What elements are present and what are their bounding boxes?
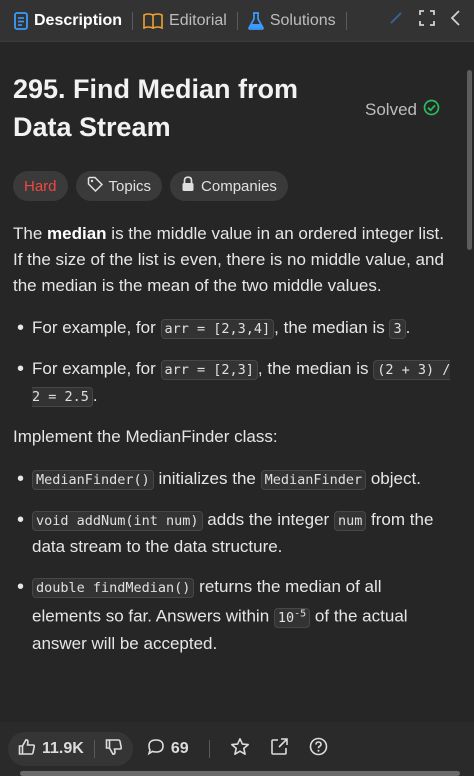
tab-solutions-label: Solutions xyxy=(269,11,336,29)
tab-bar-actions xyxy=(388,9,474,32)
star-icon[interactable] xyxy=(230,737,250,762)
share-icon[interactable] xyxy=(270,737,289,761)
example-list: For example, for arr = [2,3,4], the medi… xyxy=(17,315,452,410)
list-item: For example, for arr = [2,3], the median… xyxy=(17,356,452,410)
help-icon[interactable] xyxy=(309,737,328,761)
lock-icon xyxy=(181,176,195,196)
vertical-scrollbar[interactable] xyxy=(467,70,472,250)
tag-icon xyxy=(87,176,103,196)
topics-label: Topics xyxy=(108,177,152,195)
inline-code: arr = [2,3,4] xyxy=(160,319,275,339)
median-term: median xyxy=(47,224,107,243)
inline-code: double findMedian() xyxy=(32,578,195,598)
solved-label: Solved xyxy=(365,100,417,119)
difficulty-badge: Hard xyxy=(13,171,68,201)
tab-description-label: Description xyxy=(34,11,123,29)
submissions-icon[interactable] xyxy=(388,10,404,31)
inline-code: MedianFinder() xyxy=(32,470,154,490)
chevron-left-icon[interactable] xyxy=(450,9,462,32)
comment-icon xyxy=(147,738,165,761)
implement-paragraph: Implement the MedianFinder class: xyxy=(13,427,278,446)
tab-editorial-label: Editorial xyxy=(169,11,227,29)
problem-description-panel: 295. Find Median from Data Stream Solved… xyxy=(0,42,466,722)
inline-code: arr = [2,3] xyxy=(160,360,258,380)
comment-count: 69 xyxy=(170,740,189,757)
description-body: The median is the middle value in an ord… xyxy=(13,221,452,657)
title-row: 295. Find Median from Data Stream Solved xyxy=(13,70,452,146)
companies-label: Companies xyxy=(201,177,277,195)
topics-button[interactable]: Topics xyxy=(75,171,163,201)
tab-bar: Description Editorial Solutions xyxy=(0,0,474,42)
tab-divider xyxy=(236,11,238,30)
inline-code: num xyxy=(333,511,367,531)
inline-code: MedianFinder xyxy=(260,470,367,490)
tab-divider xyxy=(132,11,134,30)
book-icon xyxy=(143,12,163,29)
inline-code: void addNum(int num) xyxy=(32,511,203,531)
tab-divider xyxy=(345,11,347,30)
tab-description[interactable]: Description xyxy=(8,0,128,42)
like-button[interactable]: 11.9K xyxy=(18,738,84,761)
vote-divider xyxy=(93,740,95,758)
footer-actions: 69 xyxy=(147,737,328,762)
footer-divider xyxy=(208,740,210,758)
tab-editorial[interactable]: Editorial xyxy=(137,0,233,42)
tab-solutions[interactable]: Solutions xyxy=(242,0,342,42)
inline-code: 10-5 xyxy=(273,607,311,628)
action-footer: 11.9K 69 xyxy=(0,722,474,776)
thumbs-up-icon xyxy=(18,738,36,761)
intro-paragraph: The median is the middle value in an ord… xyxy=(13,224,444,295)
tag-row: Hard Topics Companies xyxy=(13,171,452,201)
check-circle-icon xyxy=(423,99,440,121)
flask-icon xyxy=(247,11,264,30)
inline-code: 3 xyxy=(389,319,406,339)
vote-group: 11.9K xyxy=(8,732,133,766)
maximize-icon[interactable] xyxy=(418,9,436,32)
list-item: void addNum(int num) adds the integer nu… xyxy=(17,507,452,560)
problem-title: 295. Find Median from Data Stream xyxy=(13,74,299,142)
solved-status: Solved xyxy=(365,74,440,146)
companies-button[interactable]: Companies xyxy=(170,171,288,201)
method-list: MedianFinder() initializes the MedianFin… xyxy=(17,466,452,657)
list-item: For example, for arr = [2,3,4], the medi… xyxy=(17,315,452,342)
dislike-button[interactable] xyxy=(105,738,123,761)
list-item: double findMedian() returns the median o… xyxy=(17,574,452,657)
thumbs-down-icon xyxy=(105,738,123,761)
description-icon xyxy=(14,11,28,30)
like-count: 11.9K xyxy=(42,740,84,757)
comments-button[interactable]: 69 xyxy=(147,738,189,761)
horizontal-scrollbar[interactable] xyxy=(20,771,460,776)
list-item: MedianFinder() initializes the MedianFin… xyxy=(17,466,452,493)
